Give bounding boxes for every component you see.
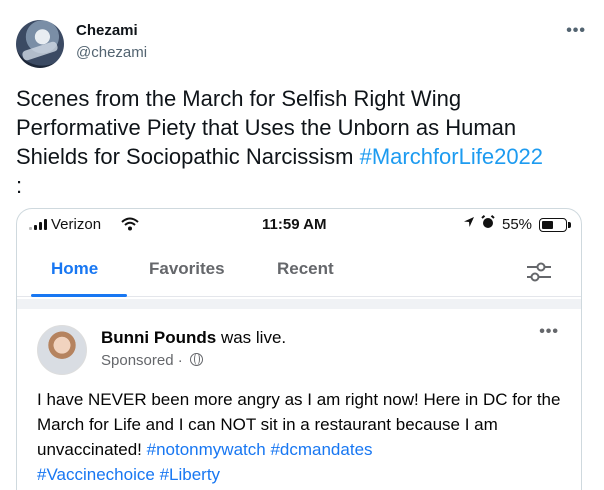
post-card: Bunni Pounds was live. Sponsored · ••• I… xyxy=(17,309,581,490)
alarm-icon xyxy=(481,215,495,232)
post-hashtag[interactable]: #notonmywatch xyxy=(147,440,266,459)
tab-favorites[interactable]: Favorites xyxy=(149,259,225,279)
tab-recent[interactable]: Recent xyxy=(277,259,334,279)
poster-line: Bunni Pounds was live. xyxy=(101,328,286,348)
post-meta: Sponsored · xyxy=(101,352,203,369)
filter-sliders-icon[interactable] xyxy=(525,261,553,283)
post-hashtag[interactable]: #Vaccinechoice xyxy=(37,465,155,484)
author-handle[interactable]: @chezami xyxy=(76,44,147,61)
more-horizontal-icon[interactable]: ••• xyxy=(566,22,586,40)
sponsored-label: Sponsored · xyxy=(101,352,187,369)
fb-post: Bunni Pounds was live. Sponsored · ••• I… xyxy=(17,299,581,490)
tweet-text: Scenes from the March for Selfish Right … xyxy=(16,84,591,200)
phone-clock: 11:59 AM xyxy=(262,216,327,233)
location-icon xyxy=(463,216,475,231)
post-body: I have NEVER been more angry as I am rig… xyxy=(37,387,567,487)
globe-icon xyxy=(189,353,203,366)
wifi-icon xyxy=(121,217,139,234)
post-hashtag[interactable]: #Liberty xyxy=(160,465,220,484)
battery-percentage: 55% xyxy=(502,216,533,233)
poster-avatar[interactable] xyxy=(37,325,87,375)
poster-action: was live. xyxy=(216,328,287,347)
tab-home[interactable]: Home xyxy=(51,259,98,279)
battery-icon xyxy=(539,218,571,232)
post-more-icon[interactable]: ••• xyxy=(539,323,559,341)
active-tab-indicator xyxy=(31,294,127,297)
attached-screenshot[interactable]: Verizon 11:59 AM 55% Home Favorites Rece… xyxy=(16,208,582,490)
fb-tab-bar: Home Favorites Recent xyxy=(17,247,581,297)
phone-status-bar: Verizon 11:59 AM 55% xyxy=(17,209,581,241)
carrier-name: Verizon xyxy=(51,216,102,233)
tweet-hashtag-link[interactable]: #MarchforLife2022 xyxy=(360,144,543,169)
author-display-name[interactable]: Chezami xyxy=(76,22,138,39)
signal-icon xyxy=(29,219,47,230)
tweet-text-end: : xyxy=(16,173,23,198)
author-avatar[interactable] xyxy=(16,20,64,68)
tweet-header: Chezami @chezami ••• xyxy=(0,0,604,80)
post-hashtag[interactable]: #dcmandates xyxy=(270,440,372,459)
poster-name[interactable]: Bunni Pounds xyxy=(101,328,216,347)
